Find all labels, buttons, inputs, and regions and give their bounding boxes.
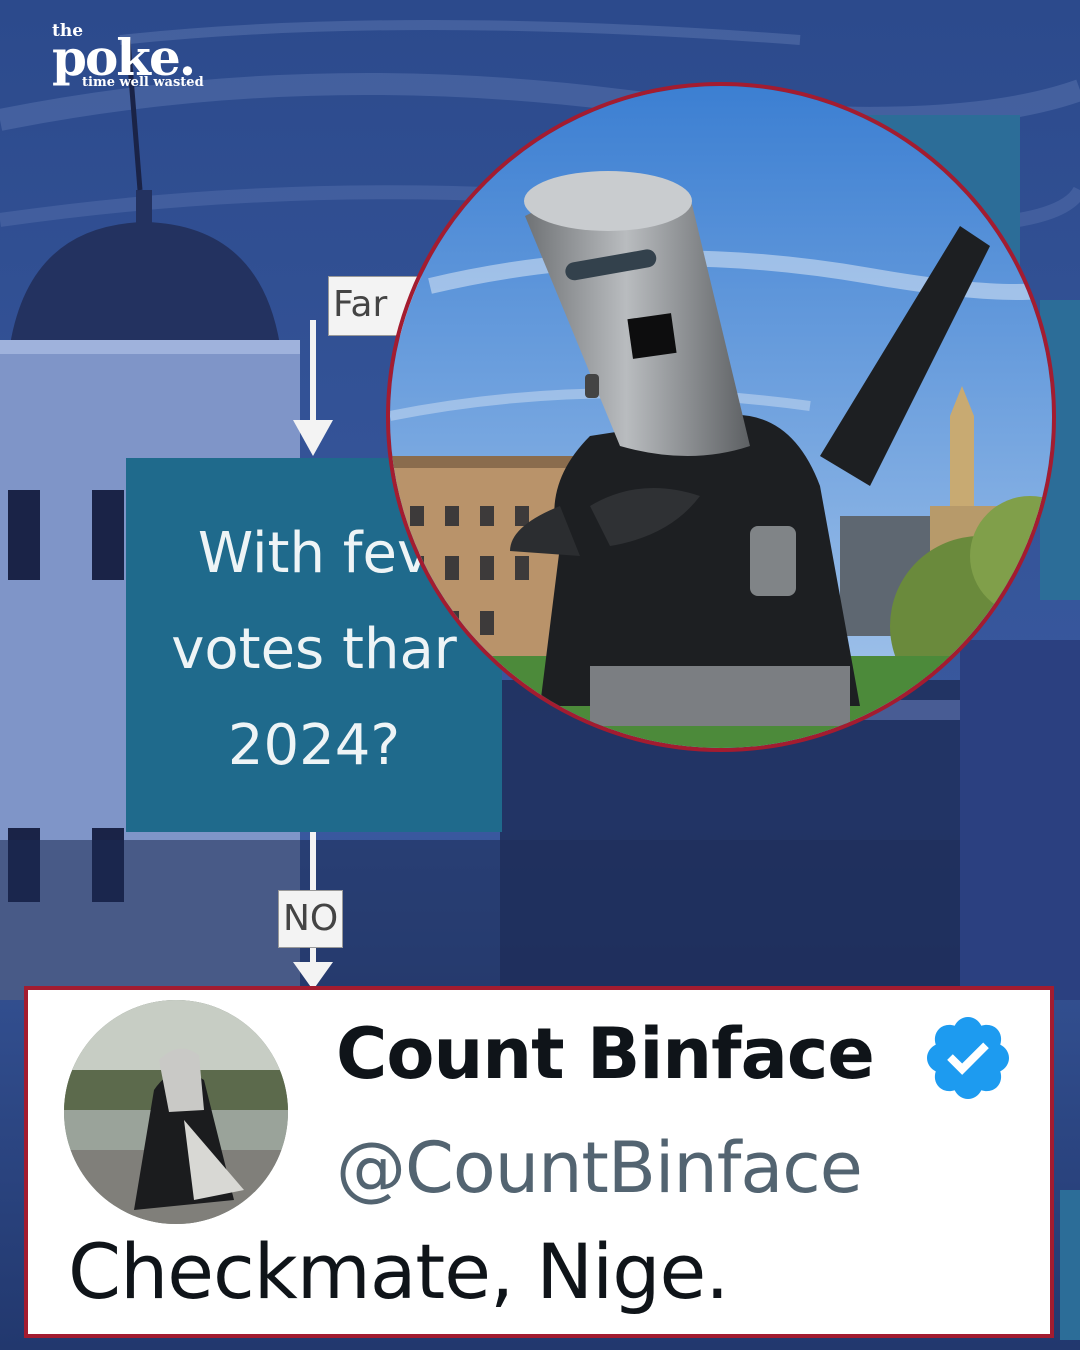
count-binface-photo (386, 82, 1056, 752)
tweet-text: Checkmate, Nige. (68, 1227, 729, 1316)
logo-tagline: time well wasted (82, 75, 204, 90)
arrow-down-icon (293, 420, 333, 456)
display-name[interactable]: Count Binface (336, 1012, 875, 1096)
tweet-card[interactable]: Count Binface @CountBinface Checkmate, N… (24, 986, 1054, 1338)
flow-label-no: NO (278, 890, 344, 948)
flow-question-line-3: 2024? (227, 713, 401, 778)
user-handle[interactable]: @CountBinface (336, 1126, 863, 1210)
binface-illustration (390, 86, 1052, 748)
flow-question-line-2: votes thar (171, 617, 457, 682)
poke-post-image: the poke. time well wasted Far With fev … (0, 0, 1080, 1350)
avatar[interactable] (64, 1000, 288, 1224)
verified-badge-icon (927, 1017, 1009, 1099)
avatar-image (64, 1000, 288, 1224)
